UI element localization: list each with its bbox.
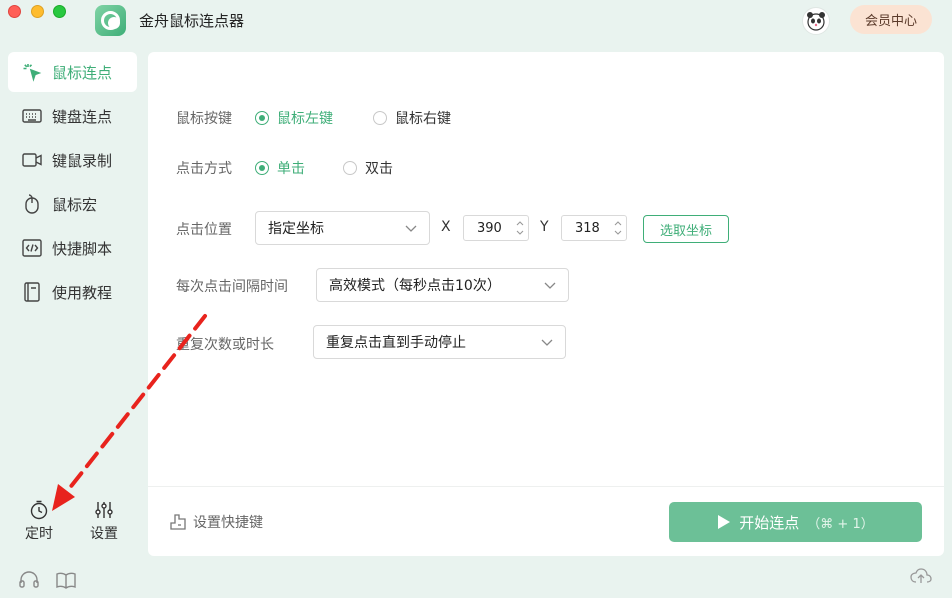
timer-icon	[30, 500, 48, 520]
sidebar-item-mouse-click[interactable]: 鼠标连点	[8, 52, 137, 92]
interval-select[interactable]: 高效模式（每秒点击10次）	[316, 268, 569, 302]
y-coordinate-value: 318	[575, 220, 600, 236]
repeat-select[interactable]: 重复点击直到手动停止	[313, 325, 566, 359]
repeat-label: 重复次数或时长	[176, 337, 274, 353]
sidebar-item-label: 使用教程	[52, 283, 113, 302]
start-clicking-button[interactable]: 开始连点 （⌘ + 1）	[669, 502, 922, 542]
sidebar-item-scripts[interactable]: 快捷脚本	[8, 228, 137, 268]
set-hotkey-label: 设置快捷键	[193, 515, 263, 531]
book-icon	[22, 282, 42, 302]
sidebar-item-label: 键鼠录制	[52, 151, 113, 170]
radio-right-button[interactable]: 鼠标右键	[373, 108, 451, 128]
avatar[interactable]	[802, 7, 830, 35]
start-shortcut: （⌘ + 1）	[807, 516, 874, 532]
sidebar-item-label: 键盘连点	[52, 107, 113, 126]
title-bar: 金舟鼠标连点器 会员中心	[0, 0, 952, 44]
radio-label: 鼠标右键	[395, 111, 451, 127]
footer-divider	[148, 486, 944, 487]
position-mode-select[interactable]: 指定坐标	[255, 211, 430, 245]
y-coordinate-input[interactable]: 318	[561, 215, 627, 241]
chevron-down-icon	[544, 282, 556, 289]
radio-double-click[interactable]: 双击	[343, 158, 393, 178]
click-type-label: 点击方式	[176, 161, 232, 177]
radio-dot	[255, 111, 269, 125]
radio-single-click[interactable]: 单击	[255, 158, 305, 178]
x-coordinate-value: 390	[477, 220, 502, 236]
sidebar-item-mouse-macro[interactable]: 鼠标宏	[8, 184, 137, 224]
radio-label: 双击	[365, 161, 393, 177]
pick-coordinate-button[interactable]: 选取坐标	[643, 215, 729, 243]
chevron-down-icon	[541, 339, 553, 346]
code-icon	[22, 238, 42, 258]
mouse-button-label: 鼠标按键	[176, 111, 232, 127]
sidebar-item-label: 鼠标宏	[52, 195, 98, 214]
app-logo	[95, 5, 126, 36]
radio-label: 鼠标左键	[277, 111, 333, 127]
cloud-upload-icon[interactable]	[910, 567, 932, 585]
timer-button[interactable]: 定时	[19, 500, 59, 546]
hotkey-icon	[170, 514, 186, 530]
radio-dot	[373, 111, 387, 125]
sidebar-item-tutorial[interactable]: 使用教程	[8, 272, 137, 312]
mouse-icon	[22, 194, 42, 214]
maximize-window-button[interactable]	[53, 5, 66, 18]
open-book-icon[interactable]	[55, 570, 77, 590]
member-center-button[interactable]: 会员中心	[850, 5, 932, 34]
sidebar-item-record[interactable]: 键鼠录制	[8, 140, 137, 180]
click-position-label: 点击位置	[176, 222, 232, 238]
radio-left-button[interactable]: 鼠标左键	[255, 108, 333, 128]
settings-label: 设置	[90, 526, 118, 542]
interval-label: 每次点击间隔时间	[176, 279, 288, 295]
headset-icon[interactable]	[18, 570, 40, 590]
sidebar-item-label: 快捷脚本	[52, 239, 113, 258]
position-mode-value: 指定坐标	[268, 221, 324, 237]
radio-dot	[255, 161, 269, 175]
start-label: 开始连点	[739, 513, 800, 532]
panda-avatar-icon	[807, 12, 825, 31]
sliders-icon	[95, 502, 113, 518]
interval-value: 高效模式（每秒点击10次）	[329, 278, 501, 294]
x-coordinate-input[interactable]: 390	[463, 215, 529, 241]
settings-button[interactable]: 设置	[84, 500, 124, 546]
play-icon	[718, 515, 731, 529]
sidebar-item-label: 鼠标连点	[52, 63, 113, 82]
close-window-button[interactable]	[8, 5, 21, 18]
minimize-window-button[interactable]	[31, 5, 44, 18]
app-title: 金舟鼠标连点器	[139, 12, 245, 30]
stepper-arrows-icon[interactable]	[515, 218, 525, 238]
sidebar-item-keyboard-click[interactable]: 键盘连点	[8, 96, 137, 136]
radio-label: 单击	[277, 161, 305, 177]
keyboard-icon	[22, 106, 42, 126]
click-cursor-icon	[22, 62, 42, 82]
x-label: X	[441, 219, 451, 235]
radio-dot	[343, 161, 357, 175]
chevron-down-icon	[405, 225, 417, 232]
repeat-value: 重复点击直到手动停止	[326, 335, 466, 351]
timer-label: 定时	[25, 526, 53, 542]
stepper-arrows-icon[interactable]	[613, 218, 623, 238]
set-hotkey-button[interactable]: 设置快捷键	[170, 512, 263, 532]
y-label: Y	[540, 219, 549, 235]
video-record-icon	[22, 150, 42, 170]
